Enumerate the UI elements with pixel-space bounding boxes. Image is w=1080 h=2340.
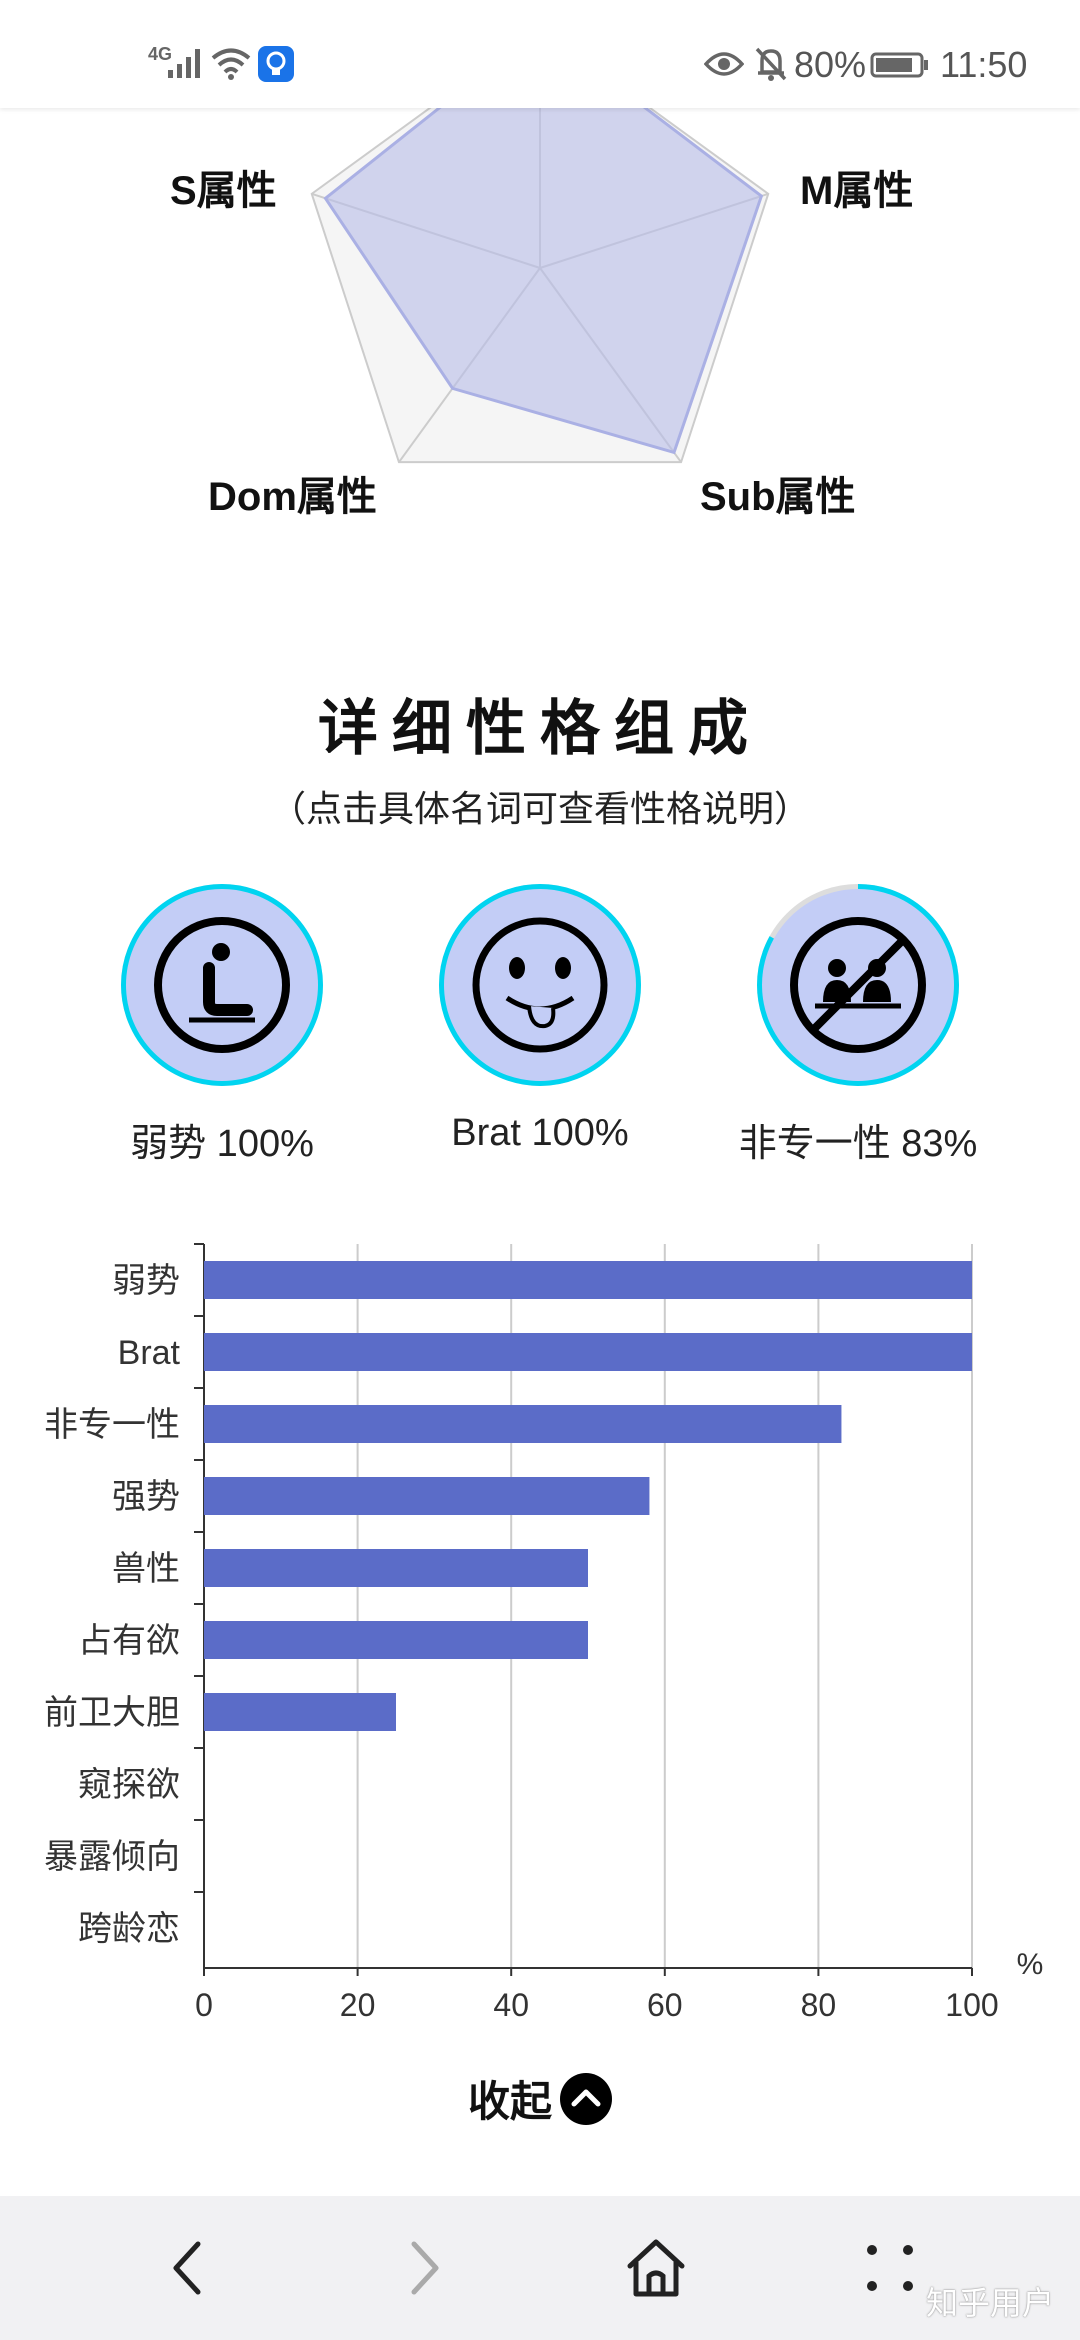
kneeling-person-icon <box>121 884 323 1086</box>
bar[interactable] <box>204 1261 972 1299</box>
home-button[interactable] <box>556 2196 756 2340</box>
x-tick-label: 100 <box>945 1987 998 2020</box>
x-tick-label: 40 <box>493 1987 529 2020</box>
lightbulb-icon <box>258 46 294 82</box>
forward-button[interactable] <box>324 2196 524 2340</box>
radar-label-dom: Dom属性 <box>208 475 377 519</box>
collapse-section: 收起 <box>0 2068 1080 2129</box>
radar-label-s: S属性 <box>170 169 277 213</box>
battery-icon <box>870 52 928 78</box>
back-button[interactable] <box>88 2196 288 2340</box>
y-category-label[interactable]: 强势 <box>112 1478 180 1516</box>
trait-label: Brat 100% <box>451 1112 629 1154</box>
bar[interactable] <box>204 1621 588 1659</box>
y-category-label[interactable]: Brat <box>118 1334 181 1372</box>
tongue-out-face-icon <box>439 884 641 1086</box>
watermark: 知乎用户 <box>925 2285 1054 2321</box>
collapse-button[interactable]: 收起 <box>468 2068 612 2129</box>
no-couple-icon <box>757 884 959 1086</box>
y-category-label[interactable]: 兽性 <box>112 1550 180 1588</box>
signal-icon <box>168 49 200 78</box>
radar-label-sub: Sub属性 <box>700 475 856 519</box>
trait-card-weak[interactable]: 弱势 100% <box>72 880 372 1167</box>
y-category-label[interactable]: 占有欲 <box>78 1622 180 1660</box>
y-category-label[interactable]: 弱势 <box>112 1262 180 1300</box>
y-category-label[interactable]: 前卫大胆 <box>44 1694 180 1732</box>
bar[interactable] <box>204 1477 650 1515</box>
home-icon <box>627 2239 685 2297</box>
trait-card-brat[interactable]: Brat 100% <box>390 880 690 1155</box>
trait-label: 非专一性 83% <box>738 1123 978 1165</box>
bar[interactable] <box>204 1693 396 1731</box>
battery-percent: 80% <box>794 44 867 85</box>
dots-grid-icon <box>867 2245 913 2291</box>
x-tick-label: 20 <box>340 1987 376 2020</box>
x-tick-label: 80 <box>801 1987 837 2020</box>
chevron-left-icon <box>173 2241 201 2295</box>
trait-label: 弱势 100% <box>130 1123 314 1165</box>
chevron-right-icon <box>411 2241 439 2295</box>
x-tick-label: 60 <box>647 1987 683 2020</box>
y-category-label[interactable]: 暴露倾向 <box>44 1838 180 1876</box>
bar-chart-plot: 0 20 40 60 80 100% 弱势 Brat 非专一性强势兽性占有欲前卫大胆窥探欲暴露倾… <box>44 1243 1044 2023</box>
bar[interactable] <box>204 1549 588 1587</box>
chevron-up-icon <box>560 2072 612 2125</box>
x-tick-label: 0 <box>195 1987 213 2020</box>
bar[interactable] <box>204 1405 842 1443</box>
section-title: 详细性格组成 <box>318 695 762 762</box>
y-category-label[interactable]: 非专一性 <box>44 1406 180 1444</box>
trait-bar-chart: 0 20 40 60 80 100% 弱势 Brat 非专一性强势兽性占有欲前卫大胆窥探欲暴露倾… <box>0 1220 1080 2023</box>
x-unit-label: % <box>1017 1948 1044 1981</box>
trait-card-nonmonogamy[interactable]: 非专一性 83% <box>708 880 1008 1167</box>
bottom-navigation-bar <box>0 2196 1080 2340</box>
eye-icon <box>704 52 744 76</box>
status-bar: 4G 80% 11:50 <box>0 0 1080 108</box>
y-category-label[interactable]: 窥探欲 <box>78 1766 180 1804</box>
clock: 11:50 <box>940 44 1028 85</box>
wifi-icon <box>211 48 251 80</box>
mute-bell-icon <box>755 47 787 81</box>
section-subtitle: （点击具体名词可查看性格说明） <box>269 788 810 829</box>
radar-label-m: M属性 <box>800 169 914 213</box>
y-category-label[interactable]: 跨龄恋 <box>78 1910 180 1948</box>
collapse-label: 收起 <box>467 2078 552 2125</box>
bar[interactable] <box>204 1333 972 1371</box>
